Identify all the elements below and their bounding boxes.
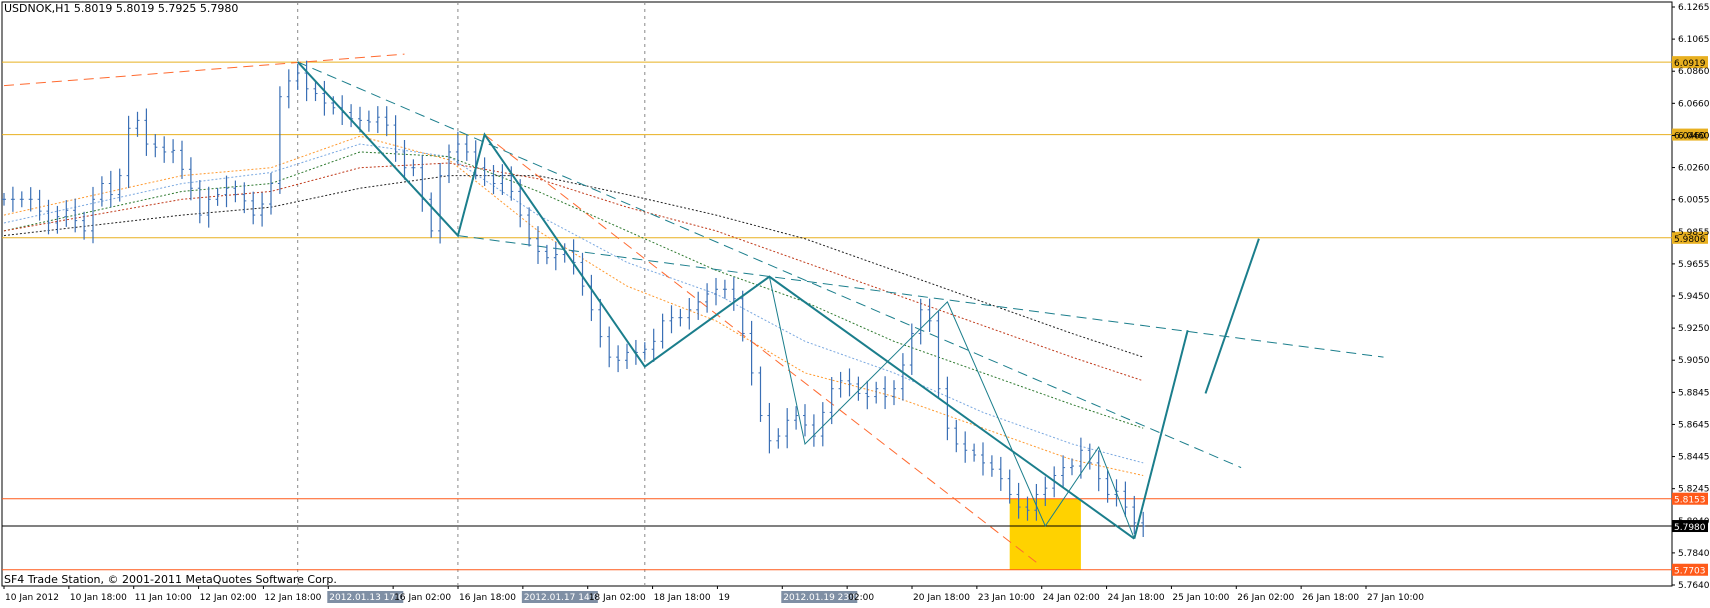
trend-line[interactable] <box>484 134 1037 563</box>
y-tick-label: 5.9855 <box>1678 228 1710 238</box>
demand-zone[interactable] <box>1009 498 1081 570</box>
x-tick-label: 26 Jan 18:00 <box>1302 593 1359 603</box>
moving-average-line[interactable] <box>3 135 1144 477</box>
x-tick-label: 20 Jan 18:00 <box>913 593 970 603</box>
symbol-name: USDNOK,H1 <box>4 2 71 15</box>
y-tick-label: 5.7640 <box>1678 581 1710 591</box>
price-level-label: 5.7703 <box>1674 567 1706 577</box>
x-tick-label: 12 Jan 18:00 <box>264 593 321 603</box>
y-tick-label: 6.1065 <box>1678 35 1710 45</box>
x-tick-label: 12 Jan 02:00 <box>200 593 257 603</box>
wave-line[interactable] <box>1133 330 1189 539</box>
x-tick-label: 18 Jan 18:00 <box>654 593 711 603</box>
x-tick-label: 16 Jan 18:00 <box>459 593 516 603</box>
copyright-text: SF4 Trade Station, © 2001-2011 MetaQuote… <box>4 573 337 586</box>
x-tick-label: 10 Jan 2012 <box>5 593 59 603</box>
y-tick-label: 5.8445 <box>1678 453 1710 463</box>
y-tick-label: 5.9655 <box>1678 260 1710 270</box>
y-tick-label: 5.8040 <box>1678 517 1710 527</box>
x-tick-label: 25 Jan 10:00 <box>1172 593 1229 603</box>
y-tick-label: 6.0860 <box>1678 67 1710 77</box>
x-tick-label: 26 Jan 02:00 <box>1237 593 1294 603</box>
y-tick-label: 5.9050 <box>1678 356 1710 366</box>
y-tick-label: 5.8245 <box>1678 485 1710 495</box>
y-tick-label: 6.0260 <box>1678 164 1710 174</box>
wave-line[interactable] <box>1204 238 1260 394</box>
x-tick-label: 10 Jan 18:00 <box>70 593 127 603</box>
y-tick-label: 5.8845 <box>1678 388 1710 398</box>
x-tick-label: 27 Jan 10:00 <box>1367 593 1424 603</box>
x-tick-label: 19 <box>718 593 730 603</box>
x-tick-label: 23 Jan 10:00 <box>978 593 1035 603</box>
x-tick-label: 16 Jan 02:00 <box>394 593 451 603</box>
y-tick-label: 5.9450 <box>1678 292 1710 302</box>
y-tick-label: 6.1265 <box>1678 3 1710 13</box>
x-tick-label: 18 Jan 02:00 <box>589 593 646 603</box>
y-tick-label: 6.0055 <box>1678 196 1710 206</box>
y-tick-label: 5.8645 <box>1678 420 1710 430</box>
price-chart[interactable]: 6.09196.04605.98065.81535.77035.79806.12… <box>0 0 1710 604</box>
y-tick-label: 5.7840 <box>1678 549 1710 559</box>
y-tick-label: 6.0460 <box>1678 131 1710 141</box>
ohlc-values: 5.8019 5.8019 5.7925 5.7980 <box>73 2 239 15</box>
x-tick-label: 02:00 <box>848 593 874 603</box>
price-level-label: 5.8153 <box>1674 496 1706 506</box>
y-tick-label: 6.0660 <box>1678 99 1710 109</box>
x-tick-label: 11 Jan 10:00 <box>135 593 192 603</box>
symbol-header: USDNOK,H1 5.8019 5.8019 5.7925 5.7980 <box>4 2 238 15</box>
x-tick-label: 24 Jan 02:00 <box>1043 593 1100 603</box>
trend-line[interactable] <box>3 53 405 87</box>
moving-average-line[interactable] <box>3 151 1144 429</box>
x-tick-label: 24 Jan 18:00 <box>1108 593 1165 603</box>
y-tick-label: 5.9250 <box>1678 324 1710 334</box>
chart-window[interactable]: 6.0919 6.0460 5.9806 5.8153 5.7703 5.7980 6.12… <box>0 0 1710 604</box>
